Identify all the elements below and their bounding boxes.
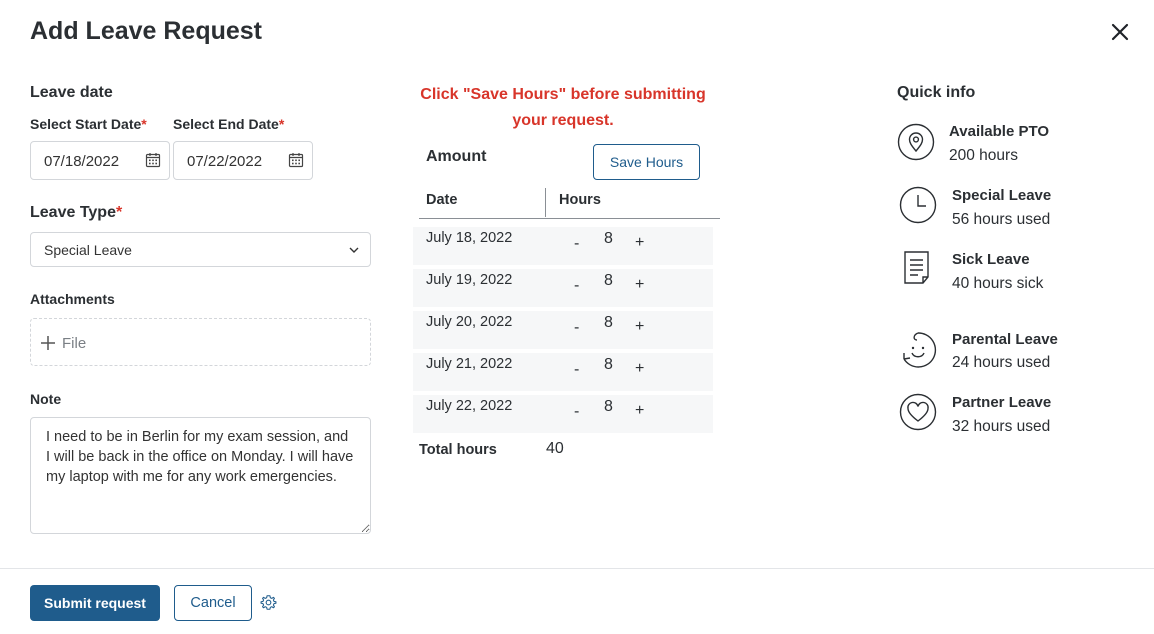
file-upload[interactable]: File	[30, 318, 371, 366]
decrement-button[interactable]: -	[574, 361, 579, 379]
decrement-button[interactable]: -	[574, 319, 579, 337]
chevron-down-icon	[349, 247, 359, 253]
document-icon	[904, 251, 929, 284]
table-row: July 22, 2022 - 8 +	[413, 395, 713, 433]
required-mark: *	[115, 204, 123, 221]
quick-info-title: Available PTO	[949, 123, 1050, 140]
row-hours: 8	[604, 356, 613, 373]
quick-info-title: Sick Leave	[952, 251, 1030, 268]
dialog-title: Add Leave Request	[30, 17, 263, 45]
location-pin-icon	[897, 123, 935, 161]
row-date: July 19, 2022	[426, 272, 513, 288]
submit-request-button[interactable]: Submit request	[30, 585, 160, 621]
row-hours: 8	[604, 230, 613, 247]
table-row: July 21, 2022 - 8 +	[413, 353, 713, 391]
file-label: File	[62, 335, 87, 352]
required-mark: *	[278, 116, 285, 132]
calendar-icon[interactable]	[145, 152, 161, 168]
table-header-divider	[419, 218, 720, 219]
baby-face-icon	[903, 332, 937, 368]
row-hours: 8	[604, 398, 613, 415]
row-date: July 20, 2022	[426, 314, 513, 330]
table-row: July 19, 2022 - 8 +	[413, 269, 713, 307]
quick-info-subtitle: 200 hours	[949, 147, 1018, 164]
plus-icon	[41, 336, 55, 350]
row-hours: 8	[604, 314, 613, 331]
row-hours: 8	[604, 272, 613, 289]
decrement-button[interactable]: -	[574, 235, 579, 253]
increment-button[interactable]: +	[635, 402, 644, 420]
start-date-label: Select Start Date*	[30, 116, 147, 132]
increment-button[interactable]: +	[635, 234, 644, 252]
leave-type-label: Leave Type*	[30, 204, 122, 222]
leave-date-heading: Leave date	[30, 84, 113, 101]
quick-info-title: Parental Leave	[952, 331, 1058, 348]
column-header-date: Date	[426, 192, 458, 208]
start-date-input[interactable]: 07/18/2022	[30, 141, 170, 180]
start-date-value: 07/18/2022	[44, 153, 120, 170]
total-hours-value: 40	[546, 440, 564, 457]
quick-info-subtitle: 24 hours used	[952, 354, 1051, 371]
row-date: July 21, 2022	[426, 356, 513, 372]
save-hours-warning: Click "Save Hours" before submitting you…	[420, 86, 706, 129]
increment-button[interactable]: +	[635, 318, 644, 336]
end-date-value: 07/22/2022	[187, 153, 263, 170]
attachments-label: Attachments	[30, 291, 115, 307]
table-row: July 18, 2022 - 8 +	[413, 227, 713, 265]
clock-icon	[899, 186, 937, 224]
required-mark: *	[141, 116, 147, 132]
column-header-hours: Hours	[559, 192, 601, 208]
quick-info-title: Partner Leave	[952, 394, 1052, 411]
close-icon[interactable]	[1108, 20, 1132, 44]
leave-type-select[interactable]: Special Leave	[30, 232, 371, 267]
decrement-button[interactable]: -	[574, 277, 579, 295]
end-date-input[interactable]: 07/22/2022	[173, 141, 313, 180]
total-hours-label: Total hours	[419, 442, 497, 458]
note-textarea[interactable]: I need to be in Berlin for my exam sessi…	[30, 417, 371, 534]
heart-icon	[899, 393, 937, 431]
leave-type-label-text: Leave Type	[30, 204, 116, 221]
footer-divider	[0, 568, 1154, 569]
quick-info-title: Special Leave	[952, 187, 1052, 204]
row-date: July 18, 2022	[426, 230, 513, 246]
gear-icon[interactable]	[260, 594, 277, 611]
quick-info-subtitle: 40 hours sick	[952, 275, 1044, 292]
column-divider	[545, 188, 546, 217]
note-label: Note	[30, 391, 62, 407]
quick-info-subtitle: 32 hours used	[952, 418, 1051, 435]
row-date: July 22, 2022	[426, 398, 513, 414]
quick-info-heading: Quick info	[897, 84, 976, 101]
start-date-label-text: Select Start Date	[30, 116, 142, 132]
table-row: July 20, 2022 - 8 +	[413, 311, 713, 349]
increment-button[interactable]: +	[635, 276, 644, 294]
save-hours-button[interactable]: Save Hours	[593, 144, 700, 180]
increment-button[interactable]: +	[635, 360, 644, 378]
leave-type-value: Special Leave	[44, 242, 132, 258]
decrement-button[interactable]: -	[574, 403, 579, 421]
calendar-icon[interactable]	[288, 152, 304, 168]
end-date-label: Select End Date*	[173, 116, 284, 132]
end-date-label-text: Select End Date	[173, 116, 279, 132]
cancel-button[interactable]: Cancel	[174, 585, 252, 621]
amount-heading: Amount	[426, 148, 487, 165]
quick-info-subtitle: 56 hours used	[952, 211, 1051, 228]
